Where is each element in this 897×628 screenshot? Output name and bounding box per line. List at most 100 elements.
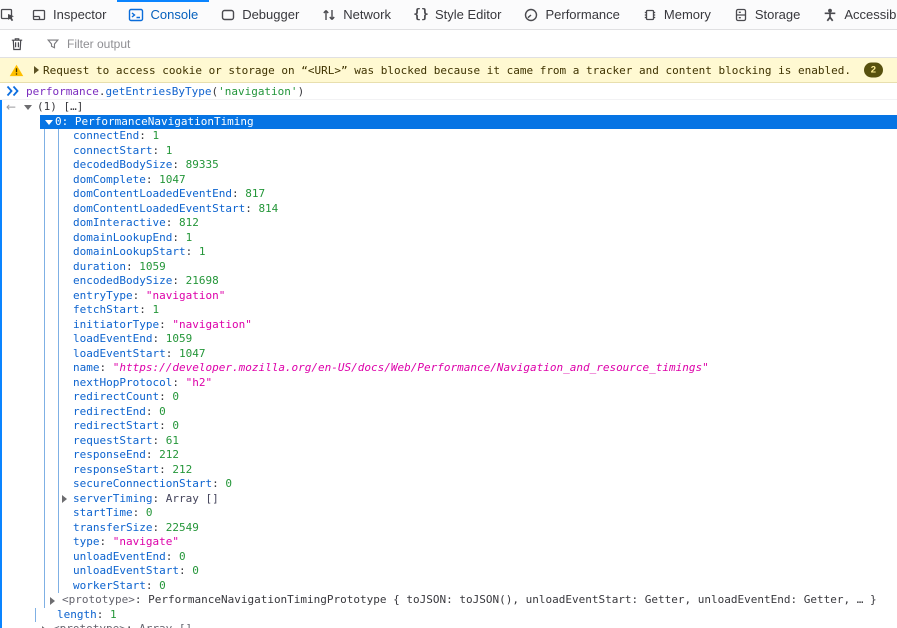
tree-guide-line — [58, 274, 59, 289]
property-name: domComplete — [73, 173, 146, 186]
tree-guide-line — [44, 347, 45, 362]
tree-guide-line — [44, 390, 45, 405]
tab-console[interactable]: Console — [117, 0, 209, 29]
property-name: entryType — [73, 289, 133, 302]
tree-guide-line — [58, 550, 59, 565]
tab-network[interactable]: Network — [310, 0, 402, 29]
tree-guide-line — [44, 448, 45, 463]
warning-triangle-icon — [8, 62, 24, 78]
executed-command-code: performance.getEntriesByType('navigation… — [26, 85, 304, 98]
property-row: redirectEnd: 0 — [0, 405, 897, 420]
tab-style-editor[interactable]: {} Style Editor — [402, 0, 512, 29]
console-warning-message[interactable]: Request to access cookie or storage on “… — [0, 58, 897, 83]
property-row: startTime: 0 — [0, 506, 897, 521]
property-name: encodedBodySize — [73, 274, 172, 287]
console-filter-bar — [0, 30, 897, 58]
tree-guide-line — [58, 521, 59, 536]
expand-arrow-icon[interactable] — [24, 105, 32, 110]
tree-guide-line — [58, 564, 59, 579]
property-name: serverTiming — [73, 492, 152, 505]
property-row: secureConnectionStart: 0 — [0, 477, 897, 492]
tree-guide-line — [44, 376, 45, 391]
property-value: 212 — [172, 463, 192, 476]
property-value: "navigation" — [146, 289, 225, 302]
tree-guide-line — [58, 129, 59, 144]
tab-accessibility[interactable]: Accessibility — [811, 0, 897, 29]
property-name: workerStart — [73, 579, 146, 592]
property-name: domainLookupStart — [73, 245, 186, 258]
network-icon — [321, 7, 337, 23]
property-row: responseEnd: 212 — [0, 448, 897, 463]
property-row: loadEventEnd: 1059 — [0, 332, 897, 347]
property-value: 0 — [179, 550, 186, 563]
property-row: redirectCount: 0 — [0, 390, 897, 405]
executed-command-row: performance.getEntriesByType('navigation… — [0, 83, 897, 100]
property-name: startTime — [73, 506, 133, 519]
property-row: domainLookupEnd: 1 — [0, 231, 897, 246]
property-row: responseStart: 212 — [0, 463, 897, 478]
property-row: initiatorType: "navigation" — [0, 318, 897, 333]
property-name: loadEventStart — [73, 347, 166, 360]
tree-guide-line — [44, 216, 45, 231]
tree-guide-line — [44, 158, 45, 173]
warning-repeat-badge: 2 — [864, 63, 883, 78]
tab-performance[interactable]: Performance — [512, 0, 630, 29]
pick-element-button[interactable] — [0, 0, 16, 29]
property-row: requestStart: 61 — [0, 434, 897, 449]
tree-guide-line — [44, 245, 45, 260]
tree-guide-line — [58, 434, 59, 449]
tree-guide-line — [44, 231, 45, 246]
tree-guide-line — [58, 303, 59, 318]
tab-storage[interactable]: Storage — [722, 0, 812, 29]
tree-guide-line — [58, 332, 59, 347]
clear-console-button[interactable] — [0, 36, 34, 52]
tree-guide-line — [58, 202, 59, 217]
tab-debugger[interactable]: Debugger — [209, 0, 310, 29]
tree-guide-line — [44, 173, 45, 188]
property-value: 21698 — [186, 274, 219, 287]
property-value: 1 — [152, 303, 159, 316]
property-value: 0 — [172, 390, 179, 403]
warning-text: Request to access cookie or storage on “… — [43, 64, 851, 77]
property-name: loadEventEnd — [73, 332, 152, 345]
property-value: Array [] — [166, 492, 219, 505]
result-summary-row: ←(1) […] — [0, 100, 897, 115]
property-row: domContentLoadedEventEnd: 817 — [0, 187, 897, 202]
prototype-label: <prototype> — [53, 622, 126, 628]
tab-memory[interactable]: Memory — [631, 0, 722, 29]
tree-guide-line — [44, 477, 45, 492]
tree-guide-line — [58, 289, 59, 304]
filter-output-input[interactable] — [67, 37, 897, 51]
tree-guide-line — [44, 274, 45, 289]
property-name: duration — [73, 260, 126, 273]
tree-guide-line — [44, 564, 45, 579]
tree-guide-line — [58, 535, 59, 550]
tree-guide-line — [44, 434, 45, 449]
tree-guide-line — [58, 361, 59, 376]
debugger-icon — [220, 7, 236, 23]
expand-arrow-icon[interactable] — [34, 66, 39, 74]
property-row: domComplete: 1047 — [0, 173, 897, 188]
tree-guide-line — [58, 318, 59, 333]
property-row: serverTiming: Array [] — [0, 492, 897, 507]
property-name: responseStart — [73, 463, 159, 476]
tab-inspector[interactable]: Inspector — [20, 0, 117, 29]
expand-arrow-icon[interactable] — [45, 120, 53, 125]
property-value: "navigate" — [113, 535, 179, 548]
property-value: 1 — [186, 231, 193, 244]
tree-guide-line — [44, 303, 45, 318]
tree-guide-line — [58, 579, 59, 594]
property-value: 1047 — [179, 347, 206, 360]
property-name: unloadEventEnd — [73, 550, 166, 563]
property-name: type — [73, 535, 100, 548]
tree-guide-line — [44, 506, 45, 521]
tree-guide-line — [35, 608, 36, 623]
expand-arrow-icon[interactable] — [50, 597, 55, 605]
tree-guide-line — [44, 289, 45, 304]
property-row: encodedBodySize: 21698 — [0, 274, 897, 289]
tree-guide-line — [58, 390, 59, 405]
property-name: unloadEventStart — [73, 564, 179, 577]
property-name: name — [73, 361, 100, 374]
property-name: requestStart — [73, 434, 152, 447]
expand-arrow-icon[interactable] — [62, 495, 67, 503]
